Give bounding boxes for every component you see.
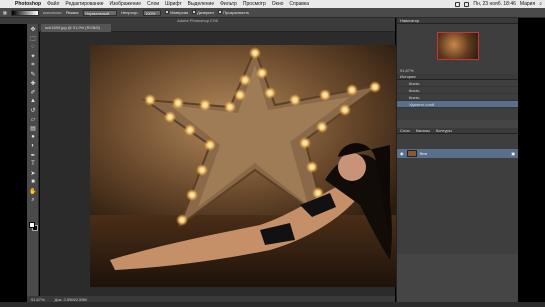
foreground-color-swatch[interactable] — [29, 222, 35, 228]
mac-menu-bar: Photoshop Файл Редактирование Изображени… — [0, 0, 545, 8]
blur-tool-icon[interactable]: ● — [29, 133, 37, 141]
history-item-selected[interactable]: Удалить слой — [397, 101, 518, 108]
layers-panel: ◉ Фон ▣ — [397, 134, 518, 254]
type-tool-icon[interactable]: T — [29, 160, 37, 168]
path-select-icon[interactable]: ➤ — [29, 169, 37, 177]
dodge-tool-icon[interactable]: ◐ — [29, 142, 37, 150]
photo-artwork — [90, 45, 396, 287]
right-black-border — [518, 18, 545, 302]
mode-label: Режим: — [65, 10, 80, 15]
battery-icon[interactable] — [464, 1, 470, 7]
dither-checkbox[interactable]: Дизеринг — [192, 10, 214, 15]
eye-icon[interactable]: ◉ — [400, 151, 404, 156]
panel-spacer — [397, 120, 518, 128]
marquee-tool-icon[interactable]: ⬚ — [29, 34, 37, 42]
lock-icon: ▣ — [511, 151, 515, 156]
shape-tool-icon[interactable]: ■ — [29, 178, 37, 186]
magic-wand-icon[interactable]: ✦ — [29, 52, 37, 60]
opacity-label: Непрозр.: — [121, 10, 140, 15]
bottom-dock — [0, 302, 545, 307]
menu-file[interactable]: Файл — [44, 1, 62, 7]
crop-tool-icon[interactable]: ⌗ — [29, 61, 37, 69]
menu-select[interactable]: Выделение — [185, 1, 218, 7]
history-item[interactable]: Кисть — [397, 94, 518, 101]
pen-tool-icon[interactable]: ✒ — [29, 151, 37, 159]
eyedropper-icon[interactable]: ✎ — [29, 70, 37, 78]
document-tab[interactable]: sch1699.jpg @ 91,9% (RGB/8) — [41, 24, 111, 32]
gradient-tool-icon[interactable]: ▤ — [29, 124, 37, 132]
clock[interactable]: Пн, 23 нояб. 18:46 — [473, 1, 516, 7]
brush-tool-icon[interactable]: ✐ — [29, 88, 37, 96]
doc-size-readout[interactable]: Док: 2,59M/2,59M — [55, 297, 87, 302]
opacity-input[interactable]: 100% — [143, 9, 162, 16]
tools-panel: ✥ ⬚ ◌ ✦ ⌗ ✎ ✚ ✐ ▲ ↺ ▱ ▤ ● ◐ ✒ T ➤ ■ ✋ ⌕ — [27, 24, 39, 296]
mode-select[interactable]: Нормальный — [83, 9, 118, 16]
document-tab-strip: sch1699.jpg @ 91,9% (RGB/8) — [27, 24, 395, 32]
gradient-type-icons[interactable]: ▭▭▭▭▭ — [43, 10, 62, 15]
layer-row[interactable]: ◉ Фон ▣ — [397, 149, 518, 158]
invert-checkbox[interactable]: Инверсия — [165, 10, 188, 15]
navigator-thumbnail[interactable] — [436, 32, 479, 60]
tab-layers[interactable]: Слои — [400, 128, 410, 133]
lasso-tool-icon[interactable]: ◌ — [29, 43, 37, 51]
hand-tool-icon[interactable]: ✋ — [29, 187, 37, 195]
clone-stamp-icon[interactable]: ▲ — [29, 97, 37, 105]
layer-thumbnail — [406, 150, 417, 157]
zoom-readout[interactable]: 91,67% — [31, 297, 45, 302]
history-brush-icon[interactable]: ↺ — [29, 106, 37, 114]
gradient-tool-icon[interactable]: ▦ — [3, 10, 7, 15]
menu-view[interactable]: Просмотр — [240, 1, 269, 7]
wifi-icon[interactable] — [455, 1, 461, 7]
gradient-picker[interactable] — [10, 9, 39, 16]
user-name[interactable]: Мария — [520, 1, 535, 7]
zoom-tool-icon[interactable]: ⌕ — [29, 196, 37, 204]
tab-channels[interactable]: Каналы — [416, 128, 430, 133]
menu-help[interactable]: Справка — [286, 1, 312, 7]
eraser-tool-icon[interactable]: ▱ — [29, 115, 37, 123]
menu-image[interactable]: Изображение — [107, 1, 145, 7]
search-icon[interactable]: ⌕ — [539, 1, 542, 7]
healing-brush-icon[interactable]: ✚ — [29, 79, 37, 87]
navigator-preview[interactable] — [397, 24, 518, 68]
history-item[interactable]: Кисть — [397, 87, 518, 94]
app-menu[interactable]: Photoshop — [12, 1, 44, 7]
right-panel-dock: Навигатор 91,67% История Кисть Кисть Кис… — [396, 18, 518, 302]
tab-paths[interactable]: Контуры — [436, 128, 452, 133]
history-list: Кисть Кисть Кисть Удалить слой — [397, 80, 518, 120]
menu-type[interactable]: Шрифт — [162, 1, 184, 7]
menu-filter[interactable]: Фильтр — [217, 1, 240, 7]
menu-window[interactable]: Окно — [269, 1, 287, 7]
menu-layers[interactable]: Слои — [144, 1, 162, 7]
layer-name[interactable]: Фон — [420, 151, 427, 156]
options-bar: ▦ ▭▭▭▭▭ Режим: Нормальный Непрозр.: 100%… — [0, 8, 545, 18]
move-tool-icon[interactable]: ✥ — [29, 25, 37, 33]
left-black-border — [0, 18, 27, 302]
history-item[interactable]: Кисть — [397, 80, 518, 87]
transparency-checkbox[interactable]: Прозрачность — [218, 10, 249, 15]
menu-edit[interactable]: Редактирование — [62, 1, 106, 7]
document-image[interactable] — [90, 45, 396, 287]
